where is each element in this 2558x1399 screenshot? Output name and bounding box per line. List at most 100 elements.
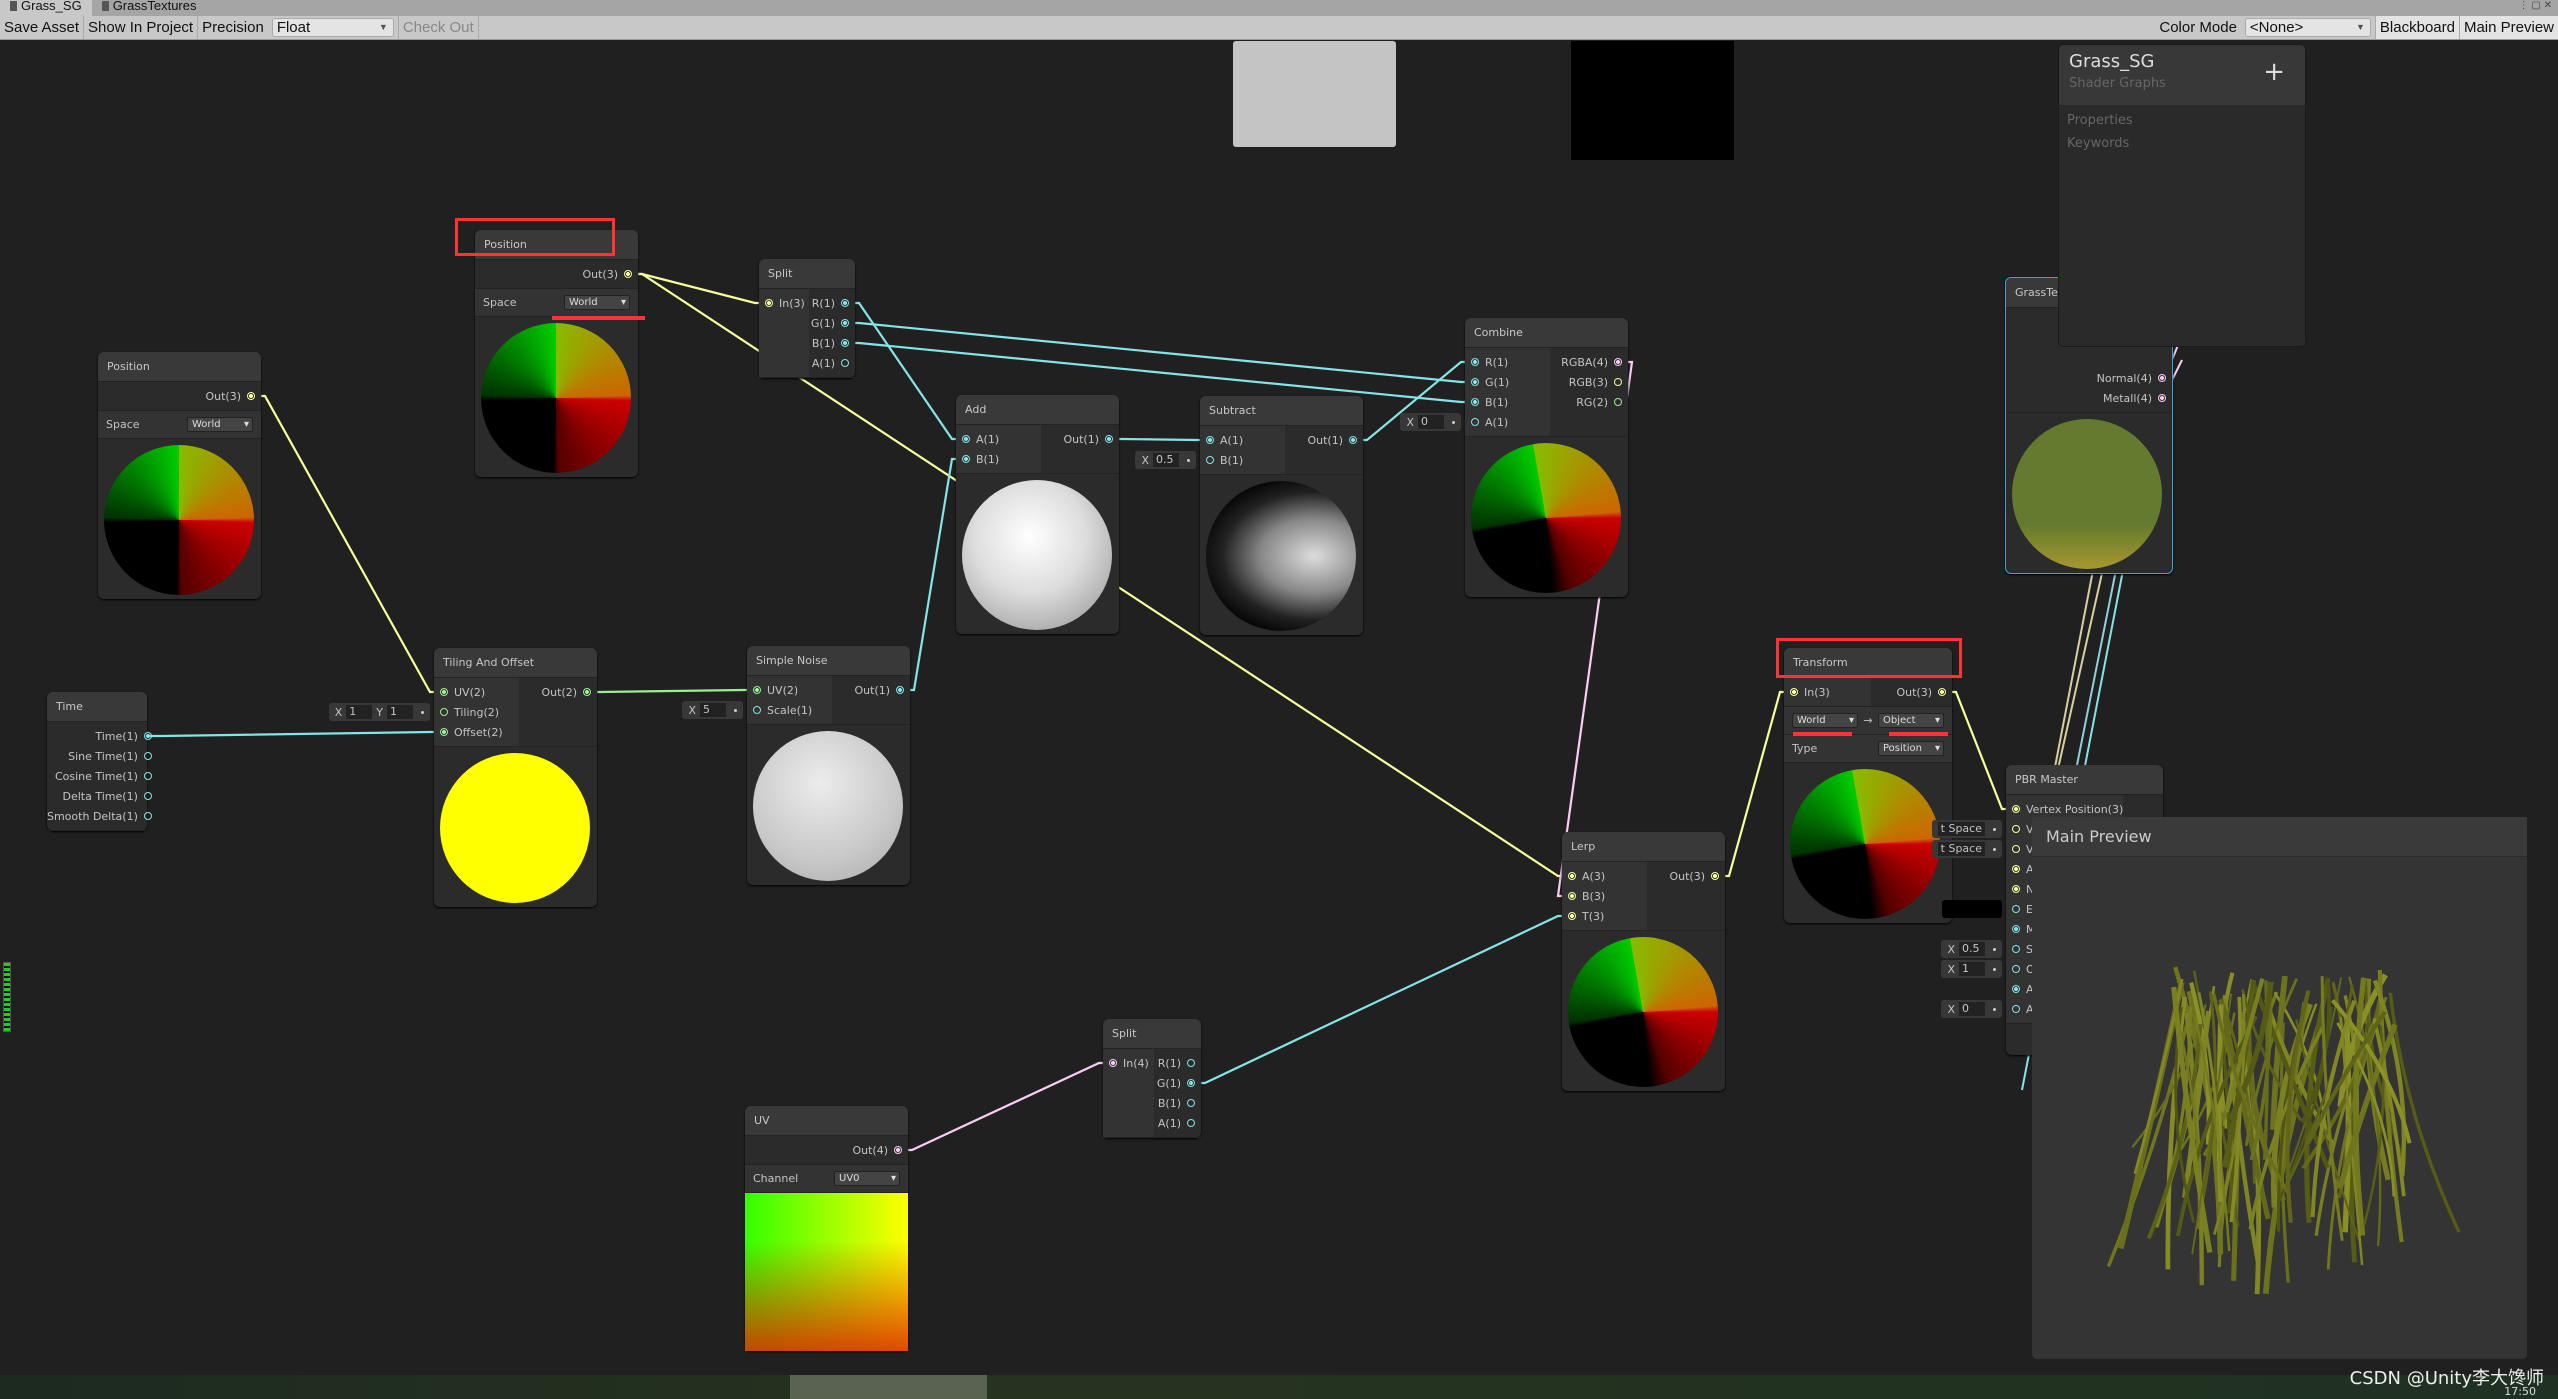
save-asset-button[interactable]: Save Asset [0,16,84,39]
node-split-b[interactable]: Split In(4) R(1) G(1) B(1) A(1) [1103,1019,1201,1138]
port-dot-icon[interactable] [2158,394,2166,402]
input-port[interactable]: In(4) [1103,1053,1154,1073]
port-dot-icon[interactable] [1187,1059,1195,1067]
output-port[interactable]: Sine Time(1) [47,746,158,766]
port-dot-icon[interactable] [144,792,152,800]
to-space-select[interactable]: Object [1878,713,1944,728]
port-dot-icon[interactable] [1614,358,1622,366]
output-port[interactable]: R(1) [809,293,855,313]
node-uv[interactable]: UV Out(4) Channel UV0 [745,1106,908,1351]
show-in-project-button[interactable]: Show In Project [84,16,198,39]
window-controls[interactable]: ⋮ ▢ ✕ [2519,0,2552,11]
node-combine[interactable]: Combine R(1) G(1) B(1) A(1) X 0 RGBA(4) RGB(3) RG… [1465,318,1628,597]
value-input[interactable]: 5 [700,703,726,717]
value-input[interactable]: 0.5 [1959,942,1985,956]
output-port[interactable]: Out(3) [1871,682,1952,702]
port-dot-icon[interactable] [1187,1119,1195,1127]
node-position-a[interactable]: Position Out(3) Space World [475,230,638,477]
field-select[interactable]: Position [1878,741,1944,756]
value-input[interactable]: 0 [1418,415,1444,429]
node-transform[interactable]: TransformIn(3)Out(3)World→ObjectTypePosi… [1784,648,1952,923]
default-value-field[interactable]: t Space [1932,840,2002,858]
blackboard-section-properties[interactable]: Properties [2059,109,2305,132]
port-dot-icon[interactable] [753,706,761,714]
port-dot-icon[interactable] [1568,872,1576,880]
node-split-a[interactable]: Split In(3) R(1) G(1) B(1) A(1) [759,259,855,378]
default-value-field[interactable]: X 0.5 [1941,940,2002,958]
port-dot-icon[interactable] [2012,925,2020,933]
color-mode-select[interactable]: <None> ▼ [2245,18,2371,37]
output-port[interactable]: Out(4) [745,1140,908,1160]
output-port[interactable]: Out(3) [475,264,638,284]
default-value-field[interactable]: t Space [1932,820,2002,838]
input-port[interactable]: A(1) [956,429,1041,449]
output-port[interactable]: B(1) [809,333,855,353]
port-dot-icon[interactable] [144,772,152,780]
port-dot-icon[interactable] [2012,865,2020,873]
port-dot-icon[interactable] [841,359,849,367]
main-preview-toggle[interactable]: Main Preview [2459,16,2558,39]
port-dot-icon[interactable] [894,1146,902,1154]
port-dot-icon[interactable] [962,435,970,443]
output-port[interactable]: G(1) [1154,1073,1201,1093]
node-lerp[interactable]: Lerp A(3) B(3) T(3) Out(3) [1562,832,1725,1091]
tab-grass-sg[interactable]: Grass_SG [0,0,92,16]
default-value-field[interactable]: X0 [1941,1000,2002,1018]
from-space-select[interactable]: World [1792,713,1858,728]
input-port[interactable]: B(1) [956,449,1041,469]
output-port[interactable]: B(1) [1154,1093,1201,1113]
default-value-field[interactable]: X1 [1941,960,2002,978]
default-value-field[interactable]: X0 [1400,413,1461,431]
port-dot-icon[interactable] [247,392,255,400]
port-dot-icon[interactable] [2012,1005,2020,1013]
node-position-b[interactable]: Position Out(3) Space World [98,352,261,599]
default-value-field[interactable]: X 0.5 [1135,451,1196,469]
node-tiling[interactable]: Tiling And Offset UV(2) Tiling(2) X 1 Y 1 Offse… [434,648,597,907]
output-port[interactable]: Metall(4) [2006,388,2172,408]
port-dot-icon[interactable] [1471,358,1479,366]
output-port[interactable]: Time(1) [47,726,158,746]
port-dot-icon[interactable] [765,299,773,307]
port-dot-icon[interactable] [1614,398,1622,406]
input-port[interactable]: UV(2) [434,682,519,702]
node-time[interactable]: Time Time(1) Sine Time(1) Cosine Time(1) Del… [47,692,147,831]
port-dot-icon[interactable] [1349,436,1357,444]
port-dot-icon[interactable] [2012,885,2020,893]
output-port[interactable]: Out(1) [1285,430,1363,450]
input-port[interactable]: B(3) [1562,886,1647,906]
input-port[interactable]: T(3) [1562,906,1647,926]
field-select[interactable]: World [187,417,253,432]
port-dot-icon[interactable] [440,688,448,696]
output-port[interactable]: G(1) [809,313,855,333]
input-port[interactable]: In(3) [759,293,809,313]
input-port[interactable]: Offset(2) [434,722,519,742]
port-dot-icon[interactable] [1568,892,1576,900]
port-dot-icon[interactable] [144,732,152,740]
output-port[interactable]: RGBA(4) [1550,352,1628,372]
taskbar-active-app[interactable] [790,1375,987,1399]
blackboard-section-keywords[interactable]: Keywords [2059,132,2305,155]
check-out-button[interactable]: Check Out [398,16,479,39]
output-port[interactable]: Out(1) [832,680,910,700]
output-port[interactable]: Smooth Delta(1) [47,806,158,826]
output-port[interactable]: A(1) [1154,1113,1201,1133]
port-dot-icon[interactable] [1790,688,1798,696]
input-port[interactable]: A(1) [1200,430,1285,450]
port-dot-icon[interactable] [144,812,152,820]
port-dot-icon[interactable] [1187,1079,1195,1087]
color-swatch[interactable] [1942,900,2002,918]
tab-grass-textures[interactable]: GrassTextures [92,0,207,16]
main-preview-panel[interactable]: Main Preview [2032,817,2527,1359]
node-subtract[interactable]: Subtract A(1) B(1) X 0.5 Out(1) [1200,396,1363,635]
output-port[interactable]: Cosine Time(1) [47,766,158,786]
value-input[interactable]: 1 [1959,962,1985,976]
port-dot-icon[interactable] [896,686,904,694]
input-port[interactable]: Vertex Position(3) [2006,799,2123,819]
output-port[interactable]: RGB(3) [1550,372,1628,392]
port-dot-icon[interactable] [2012,985,2020,993]
output-port[interactable]: RG(2) [1550,392,1628,412]
input-port[interactable]: UV(2) [747,680,832,700]
output-port[interactable]: R(1) [1154,1053,1201,1073]
value-input[interactable]: 1 [387,705,413,719]
value-input[interactable]: 1 [346,705,372,719]
